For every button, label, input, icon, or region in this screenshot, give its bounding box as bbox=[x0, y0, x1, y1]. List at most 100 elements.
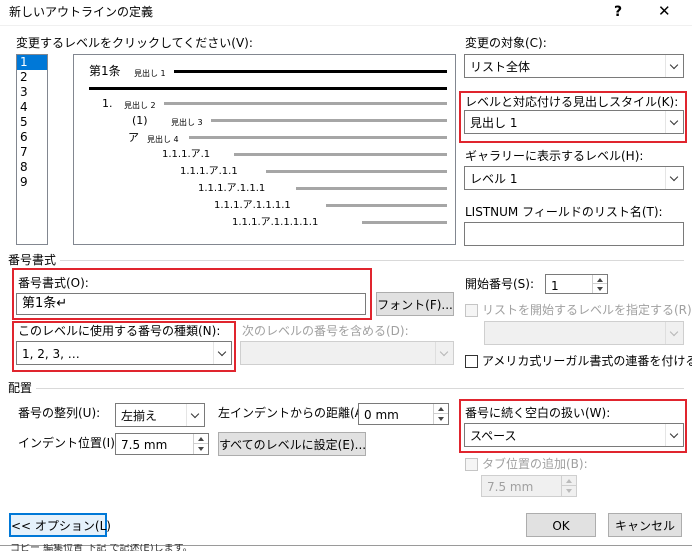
apply-to-value: リスト全体 bbox=[470, 60, 531, 74]
preview-row1-text: 見出し 1 bbox=[134, 69, 166, 78]
tab-stop-spinner[interactable]: 7.5 mm bbox=[481, 475, 577, 497]
set-all-levels-button[interactable]: すべてのレベルに設定(E)... bbox=[218, 432, 366, 456]
preview-row4-text: 見出し 4 bbox=[147, 135, 179, 144]
include-level-select[interactable] bbox=[240, 341, 454, 365]
spin-up-icon[interactable] bbox=[593, 275, 607, 284]
spin-down-icon[interactable] bbox=[194, 444, 208, 454]
preview-row3-number: (1) bbox=[132, 114, 148, 127]
cancel-button-label: キャンセル bbox=[614, 519, 675, 533]
level-item[interactable]: 8 bbox=[17, 160, 47, 175]
listnum-label: LISTNUM フィールドのリスト名(T): bbox=[465, 205, 663, 219]
listnum-input[interactable] bbox=[464, 222, 684, 246]
start-at-label: 開始番号(S): bbox=[465, 277, 535, 291]
spin-down-icon[interactable] bbox=[593, 284, 607, 293]
highlight-number-format bbox=[12, 268, 372, 320]
apply-to-select[interactable]: リスト全体 bbox=[464, 54, 684, 78]
level-item[interactable]: 2 bbox=[17, 70, 47, 85]
preview-row8-line bbox=[326, 204, 447, 207]
spin-up-icon[interactable] bbox=[194, 434, 208, 444]
dialog-title: 新しいアウトラインの定義 bbox=[9, 5, 154, 19]
cancel-button[interactable]: キャンセル bbox=[608, 513, 682, 537]
preview-row1-line bbox=[174, 70, 447, 73]
position-section-title: 配置 bbox=[8, 381, 33, 395]
indent-at-value: 7.5 mm bbox=[121, 438, 168, 452]
start-at-value: 1 bbox=[551, 279, 559, 293]
spinner-control[interactable] bbox=[561, 476, 576, 496]
gallery-level-label: ギャラリーに表示するレベル(H): bbox=[465, 149, 644, 163]
preview-row9: 1.1.1.ア.1.1.1.1.1 bbox=[232, 217, 319, 228]
close-icon[interactable]: ✕ bbox=[658, 3, 671, 19]
level-list[interactable]: 1 2 3 4 5 6 7 8 9 bbox=[16, 54, 48, 245]
preview-row3-line bbox=[211, 119, 447, 122]
spinner-control[interactable] bbox=[592, 275, 607, 293]
chevron-down-icon[interactable] bbox=[435, 342, 453, 364]
number-format-divider bbox=[60, 260, 684, 261]
tab-stop-label: タブ位置の追加(B): bbox=[482, 457, 588, 471]
preview-row5-line bbox=[234, 153, 447, 156]
restart-select[interactable] bbox=[484, 321, 684, 345]
ok-button[interactable]: OK bbox=[526, 513, 596, 537]
highlight-follow-with bbox=[459, 399, 687, 453]
indent-at-spinner[interactable]: 7.5 mm bbox=[115, 433, 209, 455]
aligned-at-value: 0 mm bbox=[364, 408, 399, 422]
font-button-label: フォント(F)... bbox=[377, 298, 453, 312]
options-button[interactable]: << オプション(L) bbox=[9, 513, 111, 537]
aligned-at-spinner[interactable]: 0 mm bbox=[358, 403, 449, 425]
level-item[interactable]: 6 bbox=[17, 130, 47, 145]
tab-stop-checkbox[interactable] bbox=[465, 458, 478, 471]
restart-label: リストを開始するレベルを指定する(R): bbox=[482, 303, 692, 317]
preview-row6-line bbox=[266, 170, 447, 173]
indent-at-label: インデント位置(I): bbox=[18, 436, 119, 450]
chevron-down-icon[interactable] bbox=[665, 55, 683, 77]
preview-row2-line bbox=[164, 102, 447, 105]
spin-up-icon[interactable] bbox=[434, 404, 448, 414]
alignment-select[interactable]: 左揃え bbox=[115, 403, 205, 427]
font-button[interactable]: フォント(F)... bbox=[376, 292, 454, 316]
preview-row1-number: 第1条 bbox=[89, 64, 121, 78]
position-divider bbox=[36, 388, 684, 389]
help-button[interactable]: ? bbox=[614, 4, 622, 20]
outline-preview: 第1条 見出し 1 1. 見出し 2 (1) 見出し 3 ア 見出し 4 1.1… bbox=[73, 54, 456, 245]
tab-stop-value: 7.5 mm bbox=[487, 480, 534, 494]
apply-to-label: 変更の対象(C): bbox=[465, 36, 547, 50]
gallery-level-value: レベル 1 bbox=[470, 172, 518, 186]
level-item[interactable]: 9 bbox=[17, 175, 47, 190]
spin-down-icon[interactable] bbox=[562, 486, 576, 496]
preview-row4-number: ア bbox=[128, 131, 139, 144]
alignment-label: 番号の整列(U): bbox=[18, 406, 101, 420]
number-format-section-title: 番号書式 bbox=[8, 253, 57, 267]
level-list-label: 変更するレベルをクリックしてください(V): bbox=[16, 36, 253, 50]
chevron-down-icon[interactable] bbox=[186, 404, 204, 426]
spin-down-icon[interactable] bbox=[434, 414, 448, 424]
options-button-label: << オプション(L) bbox=[11, 519, 111, 533]
preview-row1-line2 bbox=[89, 87, 447, 90]
alignment-value: 左揃え bbox=[121, 409, 158, 423]
legal-checkbox[interactable] bbox=[465, 355, 478, 368]
level-item[interactable]: 1 bbox=[17, 55, 47, 70]
preview-row7: 1.1.1.ア.1.1.1 bbox=[198, 183, 266, 194]
set-all-levels-label: すべてのレベルに設定(E)... bbox=[219, 438, 367, 452]
level-item[interactable]: 3 bbox=[17, 85, 47, 100]
spinner-control[interactable] bbox=[433, 404, 448, 424]
preview-row9-line bbox=[362, 221, 447, 224]
preview-row6: 1.1.1.ア.1.1 bbox=[180, 166, 238, 177]
preview-row5: 1.1.1.ア.1 bbox=[162, 149, 211, 160]
level-item[interactable]: 7 bbox=[17, 145, 47, 160]
restart-checkbox[interactable] bbox=[465, 304, 478, 317]
preview-row2-number: 1. bbox=[102, 97, 113, 110]
preview-row3-text: 見出し 3 bbox=[171, 118, 203, 127]
preview-row2-text: 見出し 2 bbox=[124, 101, 156, 110]
level-item[interactable]: 5 bbox=[17, 115, 47, 130]
chevron-down-icon[interactable] bbox=[665, 322, 683, 344]
level-item[interactable]: 4 bbox=[17, 100, 47, 115]
start-at-spinner[interactable]: 1 bbox=[545, 274, 608, 294]
include-level-label: 次のレベルの番号を含める(D): bbox=[242, 324, 409, 338]
spin-up-icon[interactable] bbox=[562, 476, 576, 486]
spinner-control[interactable] bbox=[193, 434, 208, 454]
gallery-level-select[interactable]: レベル 1 bbox=[464, 166, 684, 190]
preview-row4-line bbox=[189, 136, 447, 139]
aligned-at-label: 左インデントからの距離(A): bbox=[218, 406, 372, 420]
chevron-down-icon[interactable] bbox=[665, 167, 683, 189]
highlight-link-style bbox=[459, 91, 687, 143]
highlight-number-style bbox=[12, 321, 236, 372]
